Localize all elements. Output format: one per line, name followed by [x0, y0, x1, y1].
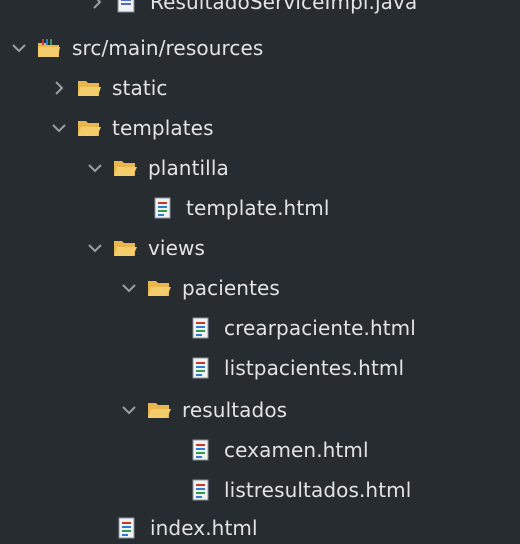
tree-item-label: index.html: [150, 516, 258, 540]
tree-item-listresultados-html[interactable]: listresultados.html: [188, 470, 411, 510]
tree-item-label: templates: [112, 116, 214, 140]
html-file-icon: [188, 439, 214, 461]
source-folder-icon: [36, 37, 62, 59]
chevron-right-icon[interactable]: [88, 0, 106, 11]
html-file-icon: [188, 317, 214, 339]
tree-item-index-html[interactable]: index.html: [114, 508, 258, 544]
tree-item-label: listpacientes.html: [224, 356, 405, 380]
tree-item-label: src/main/resources: [72, 36, 264, 60]
tree-item-label: views: [148, 236, 205, 260]
chevron-right-icon[interactable]: [50, 79, 68, 97]
tree-item-resultados[interactable]: resultados: [120, 390, 287, 430]
tree-item-label: crearpaciente.html: [224, 316, 416, 340]
tree-item-label: template.html: [186, 196, 330, 220]
folder-open-icon: [76, 117, 102, 139]
project-explorer-tree: ResultadoServiceImpl.java src/main/resou…: [0, 0, 520, 544]
tree-item-label: cexamen.html: [224, 438, 369, 462]
chevron-down-icon[interactable]: [50, 119, 68, 137]
chevron-down-icon[interactable]: [120, 279, 138, 297]
tree-item-cexamen-html[interactable]: cexamen.html: [188, 430, 369, 470]
tree-item-listpacientes-html[interactable]: listpacientes.html: [188, 348, 404, 388]
java-file-icon: [114, 0, 140, 13]
chevron-down-icon[interactable]: [86, 159, 104, 177]
tree-item-label: ResultadoServiceImpl.java: [150, 0, 418, 14]
tree-item-label: static: [112, 76, 168, 100]
tree-item-pacientes[interactable]: pacientes: [120, 268, 280, 308]
html-file-icon: [150, 197, 176, 219]
tree-item-crearpaciente-html[interactable]: crearpaciente.html: [188, 308, 416, 348]
html-file-icon: [188, 357, 214, 379]
chevron-down-icon[interactable]: [86, 239, 104, 257]
tree-item-template-html[interactable]: template.html: [150, 188, 330, 228]
tree-item-plantilla[interactable]: plantilla: [86, 148, 229, 188]
tree-item-static[interactable]: static: [50, 68, 168, 108]
html-file-icon: [188, 479, 214, 501]
tree-item-label: resultados: [182, 398, 288, 422]
folder-open-icon: [146, 399, 172, 421]
folder-open-icon: [112, 237, 138, 259]
tree-item-views[interactable]: views: [86, 228, 205, 268]
tree-item-label: pacientes: [182, 276, 280, 300]
tree-item-resultado-service-impl[interactable]: ResultadoServiceImpl.java: [88, 0, 417, 22]
folder-open-icon: [112, 157, 138, 179]
chevron-down-icon[interactable]: [10, 39, 28, 57]
chevron-down-icon[interactable]: [120, 401, 138, 419]
html-file-icon: [114, 517, 140, 539]
tree-item-label: plantilla: [148, 156, 229, 180]
tree-item-templates[interactable]: templates: [50, 108, 214, 148]
folder-icon: [76, 77, 102, 99]
tree-item-src-main-resources[interactable]: src/main/resources: [10, 28, 263, 68]
tree-item-label: listresultados.html: [224, 478, 412, 502]
folder-open-icon: [146, 277, 172, 299]
